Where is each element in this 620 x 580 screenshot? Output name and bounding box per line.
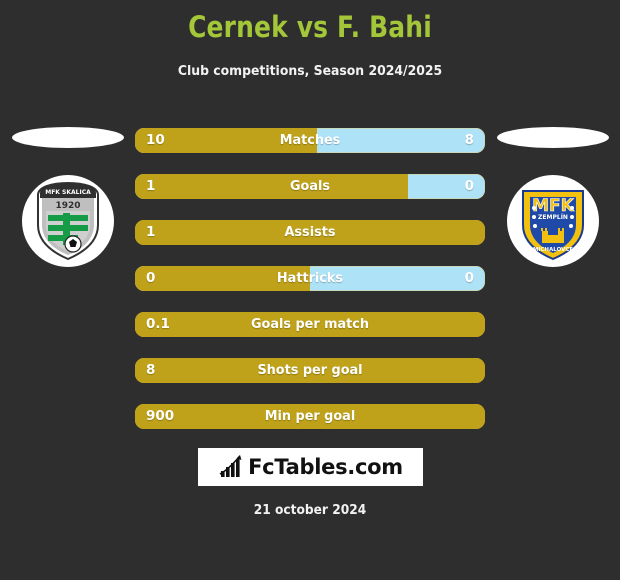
stat-fill-home [135, 312, 485, 337]
svg-text:ZEMPLÍN: ZEMPLÍN [538, 213, 568, 221]
stat-track [135, 266, 485, 291]
decorative-ellipse-right [497, 127, 609, 148]
stat-fill-home [135, 266, 310, 291]
stat-fill-home [135, 358, 485, 383]
mfk-skalica-crest-icon: MFK SKALICA 1920 [37, 181, 99, 261]
svg-text:MFK: MFK [532, 196, 575, 216]
stat-track [135, 358, 485, 383]
stats-bar-list: 10 Matches 8 1 Goals 0 1 Assists 0 Hattr… [135, 128, 485, 450]
mfk-zemplin-michalovce-crest-icon: MFK ZEMPLÍN MICHALOVCE [522, 190, 584, 261]
stat-fill-home [135, 174, 408, 199]
page-subtitle: Club competitions, Season 2024/2025 [177, 63, 443, 79]
svg-text:MICHALOVCE: MICHALOVCE [533, 247, 574, 253]
fctables-logo[interactable]: FcTables.com [198, 448, 423, 486]
stat-row-shots-per-goal: 8 Shots per goal [135, 358, 485, 383]
home-team-crest: MFK SKALICA 1920 [22, 175, 114, 267]
stat-fill-home [135, 128, 317, 153]
stat-track [135, 220, 485, 245]
stat-track [135, 174, 485, 199]
page-title: Cernek vs F. Bahi [188, 10, 432, 44]
bar-chart-arrow-icon [219, 455, 242, 477]
stat-fill-home [135, 404, 485, 429]
stat-comparison-page: Cernek vs F. Bahi Club competitions, Sea… [0, 0, 620, 580]
footer-date: 21 october 2024 [253, 503, 367, 518]
away-team-crest: MFK ZEMPLÍN MICHALOVCE [507, 175, 599, 267]
stat-row-assists: 1 Assists [135, 220, 485, 245]
stat-row-hattricks: 0 Hattricks 0 [135, 266, 485, 291]
stat-row-min-per-goal: 900 Min per goal [135, 404, 485, 429]
stat-fill-home [135, 220, 485, 245]
stat-track [135, 312, 485, 337]
stat-row-goals-per-match: 0.1 Goals per match [135, 312, 485, 337]
decorative-ellipse-left [12, 127, 124, 148]
stat-track [135, 128, 485, 153]
stat-row-goals: 1 Goals 0 [135, 174, 485, 199]
stat-track [135, 404, 485, 429]
fctables-logo-text: FcTables.com [248, 455, 403, 479]
svg-text:1920: 1920 [55, 201, 80, 211]
svg-text:MFK SKALICA: MFK SKALICA [45, 189, 91, 196]
stat-row-matches: 10 Matches 8 [135, 128, 485, 153]
